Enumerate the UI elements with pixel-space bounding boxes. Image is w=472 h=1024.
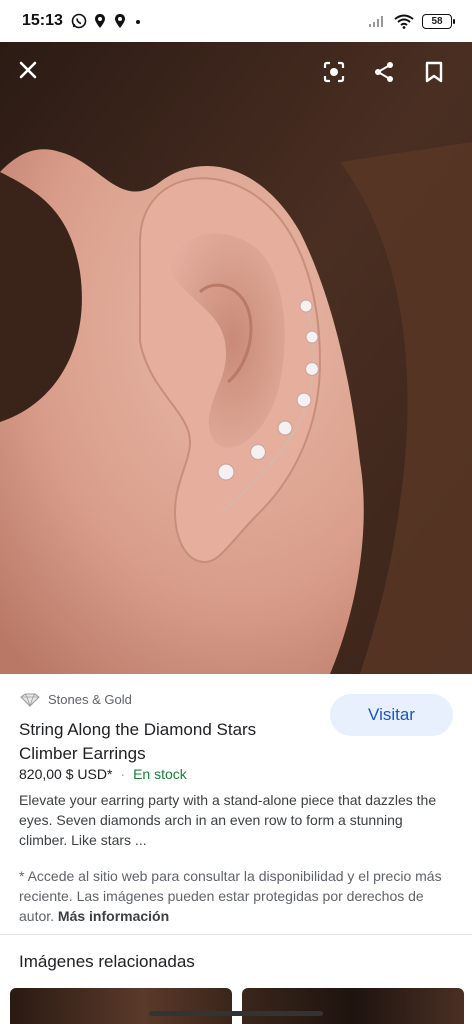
more-info-link[interactable]: Más información [58,908,169,924]
home-indicator[interactable] [149,1011,323,1016]
price: 820,00 $ USD* [19,766,113,782]
wifi-icon [394,14,414,29]
product-description: Elevate your earring party with a stand-… [19,792,437,848]
status-bar: 15:13 58 [0,0,472,42]
close-button[interactable] [8,50,48,90]
image-toolbar [0,42,472,102]
share-icon [375,62,393,82]
battery-indicator: 58 [422,13,455,29]
ear-photo [0,42,472,674]
divider [0,934,472,935]
share-button[interactable] [364,52,404,92]
price-row: 820,00 $ USD* · En stock [19,766,187,782]
whatsapp-icon [71,13,87,29]
location-icon [94,14,105,28]
separator-dot: · [120,766,126,782]
availability-notice: * Accede al sitio web para consultar la … [19,866,454,926]
bookmark-button[interactable] [414,52,454,92]
related-thumbnail[interactable] [242,988,464,1024]
signal-icon [369,16,383,27]
source-name: Stones & Gold [48,692,132,707]
related-images-heading: Imágenes relacionadas [19,952,195,971]
dot-icon [135,20,140,24]
location-icon-2 [114,14,125,28]
diamond-icon [20,693,40,707]
product-image[interactable] [0,42,472,674]
notification-icons [71,13,143,29]
status-time: 15:13 [22,12,63,29]
related-thumbnail[interactable] [10,988,232,1024]
status-right: 58 [368,13,455,29]
close-icon [19,61,37,79]
bookmark-icon [425,61,443,83]
lens-icon [323,61,345,83]
stock-status: En stock [133,766,187,782]
lens-button[interactable] [314,52,354,92]
source-row[interactable]: Stones & Gold [20,692,132,707]
product-title[interactable]: String Along the Diamond Stars Climber E… [19,718,309,766]
visit-button[interactable]: Visitar [330,694,453,736]
